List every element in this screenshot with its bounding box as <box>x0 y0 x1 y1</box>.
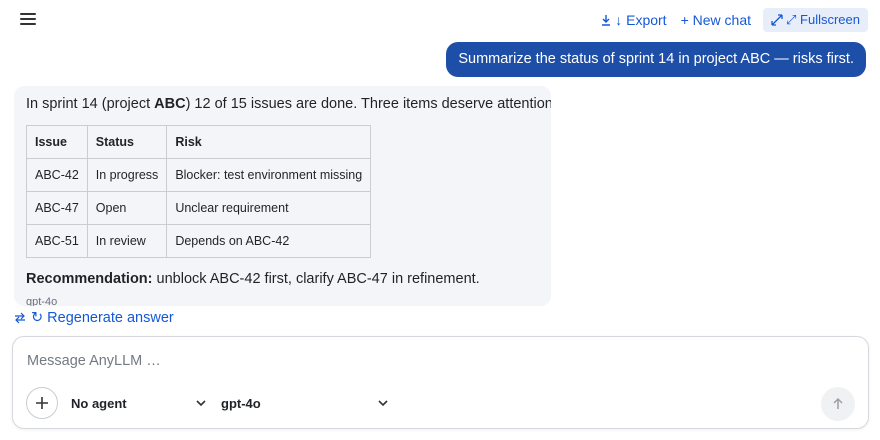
cell-issue: ABC-42 <box>26 158 88 192</box>
table-row: ABC-47 Open Unclear requirement <box>26 191 372 225</box>
regenerate-label: ↻ Regenerate answer <box>31 310 174 326</box>
user-message-bubble: Summarize the status of sprint 14 in pro… <box>446 42 866 77</box>
intro-suffix: ) 12 of 15 issues are done. Three items … <box>185 96 551 112</box>
cell-risk: Depends on ABC-42 <box>166 224 372 258</box>
add-attachment-button[interactable] <box>26 387 58 419</box>
chevron-down-icon <box>196 400 206 407</box>
new-chat-label: + New chat <box>680 12 752 28</box>
agent-select[interactable]: No agent <box>71 393 207 413</box>
agent-select-value: No agent <box>71 395 127 411</box>
fullscreen-label: ⤢ Fullscreen <box>786 12 860 27</box>
chevron-down-icon <box>378 400 388 407</box>
intro-project-bold: ABC <box>154 96 186 112</box>
cell-status: In progress <box>86 158 168 192</box>
model-select[interactable]: gpt-4o <box>221 393 389 413</box>
regenerate-button[interactable]: ↻ Regenerate answer <box>14 310 174 326</box>
table-row: ABC-42 In progress Blocker: test environ… <box>26 158 372 192</box>
plus-icon <box>36 397 48 409</box>
table-row: ABC-51 In review Depends on ABC-42 <box>26 224 372 258</box>
cell-issue: ABC-51 <box>26 224 88 258</box>
chat-page: ↓ Export + New chat ⤢ Fullscreen Summari… <box>0 0 880 440</box>
assistant-intro: In sprint 14 (project ABC) 12 of 15 issu… <box>26 96 551 113</box>
message-input[interactable] <box>27 351 847 371</box>
header-risk: Risk <box>166 125 372 159</box>
cell-issue: ABC-47 <box>26 191 88 225</box>
export-button[interactable]: ↓ Export <box>598 8 668 32</box>
header-status: Status <box>86 125 168 159</box>
model-tag: gpt-4o <box>26 296 58 306</box>
hamburger-icon[interactable] <box>20 13 36 27</box>
header-actions: ↓ Export + New chat ⤢ Fullscreen <box>598 8 868 32</box>
issues-table: Issue Status Risk ABC-42 In progress Blo… <box>26 125 372 258</box>
top-bar: ↓ Export + New chat ⤢ Fullscreen <box>0 0 880 40</box>
cell-risk: Unclear requirement <box>166 191 372 225</box>
recommendation-text: unblock ABC-42 first, clarify ABC-47 in … <box>152 271 480 287</box>
recommendation: Recommendation: unblock ABC-42 first, cl… <box>26 271 539 288</box>
header-issue: Issue <box>26 125 88 159</box>
download-icon <box>602 15 611 26</box>
message-composer: No agent gpt-4o <box>12 336 869 429</box>
new-chat-button[interactable]: + New chat <box>679 8 753 32</box>
cell-status: Open <box>86 191 168 225</box>
recommendation-label: Recommendation: <box>26 271 153 287</box>
cell-status: In review <box>86 224 168 258</box>
swap-icon <box>15 312 25 324</box>
table-header-row: Issue Status Risk <box>26 125 372 159</box>
model-select-value: gpt-4o <box>221 395 261 411</box>
intro-prefix: In sprint 14 (project <box>26 96 155 112</box>
cell-risk: Blocker: test environment missing <box>166 158 372 192</box>
fullscreen-button[interactable]: ⤢ Fullscreen <box>763 8 868 32</box>
send-button[interactable] <box>821 387 855 421</box>
expand-icon <box>771 14 783 26</box>
export-label: ↓ Export <box>615 12 667 28</box>
assistant-message-card: In sprint 14 (project ABC) 12 of 15 issu… <box>14 86 551 306</box>
arrow-up-icon <box>833 397 843 409</box>
